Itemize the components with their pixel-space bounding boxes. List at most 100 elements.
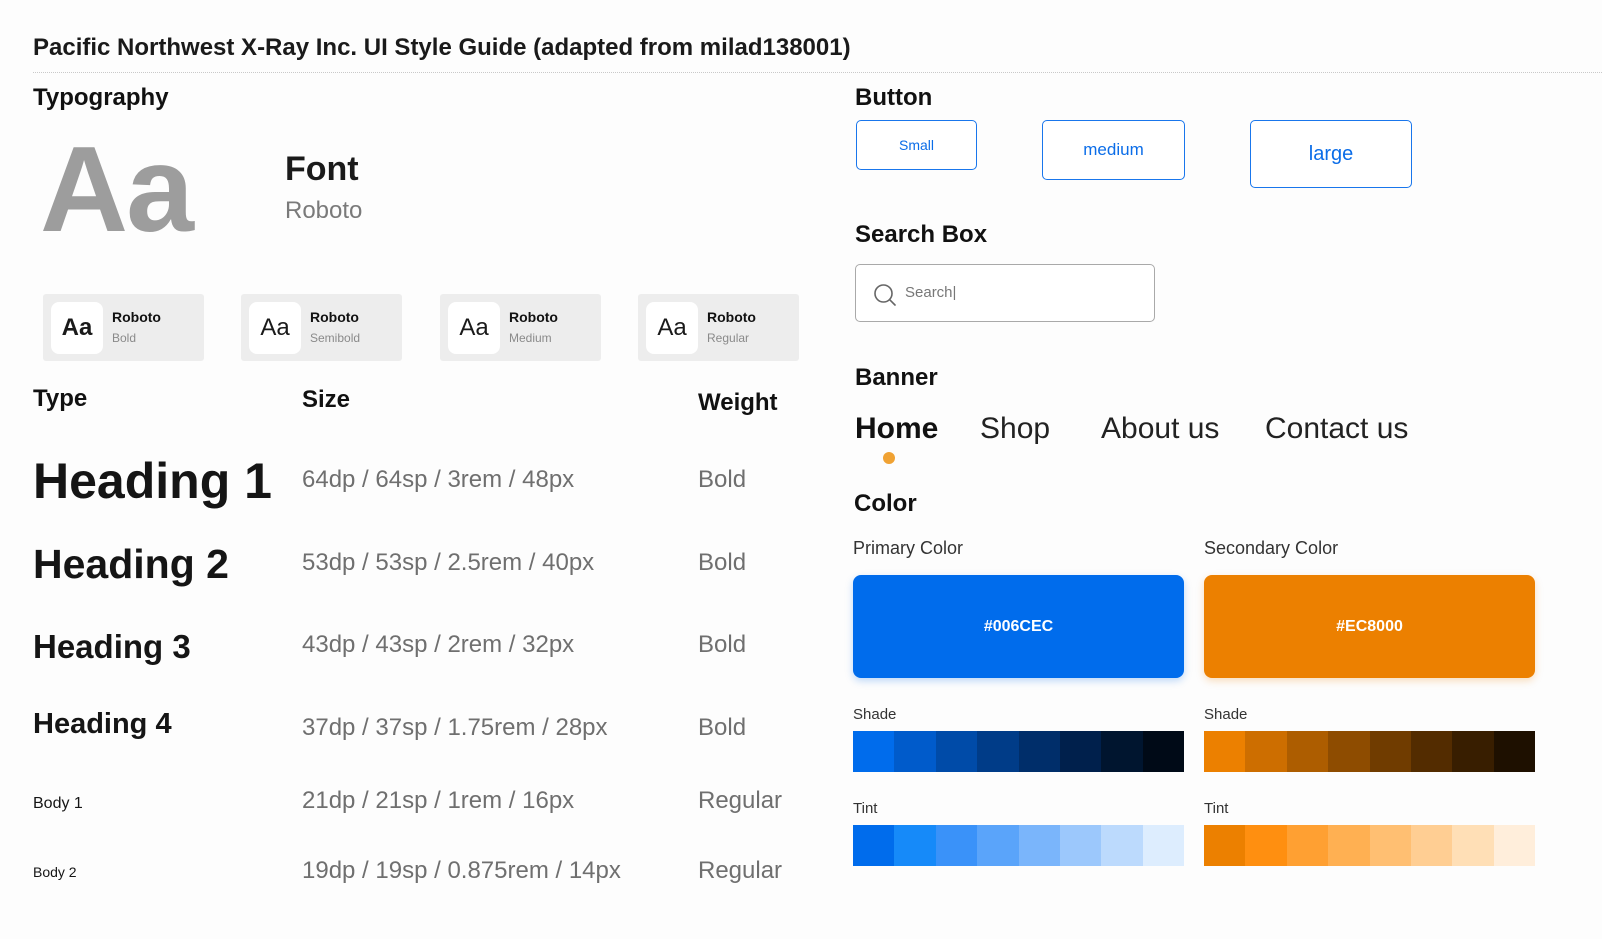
type-row-size: 37dp / 37sp / 1.75rem / 28px (302, 714, 608, 741)
nav-item-home[interactable]: Home (855, 412, 938, 446)
primary-shade-swatch-7 (1101, 731, 1143, 772)
type-row-name: Heading 4 (33, 708, 172, 740)
weight-name: Regular (707, 331, 750, 345)
page-title: Pacific Northwest X-Ray Inc. UI Style Gu… (33, 34, 851, 61)
primary-tint-strip (853, 825, 1184, 866)
primary-tint-swatch-7 (1101, 825, 1143, 866)
secondary-shade-label: Shade (1204, 706, 1248, 723)
primary-shade-swatch-6 (1059, 731, 1102, 772)
secondary-tint-swatch-2 (1245, 825, 1287, 866)
secondary-tint-strip (1204, 825, 1535, 866)
primary-shade-swatch-8 (1142, 731, 1184, 772)
secondary-shade-strip (1204, 731, 1535, 772)
primary-shade-swatch-1 (853, 731, 895, 772)
secondary-tint-swatch-1 (1204, 825, 1246, 866)
primary-tint-swatch-1 (853, 825, 895, 866)
weight-name: Bold (112, 331, 137, 345)
type-row-weight: Bold (698, 549, 747, 576)
secondary-shade-swatch-3 (1286, 731, 1329, 772)
primary-tint-swatch-3 (935, 825, 978, 866)
weight-sample: Aa (448, 302, 500, 354)
type-row-name: Body 1 (33, 795, 83, 812)
secondary-shade-swatch-5 (1369, 731, 1411, 772)
column-header-type: Type (33, 385, 88, 412)
type-row-weight: Bold (698, 714, 747, 741)
nav-item-contact-us[interactable]: Contact us (1265, 412, 1408, 446)
secondary-shade-swatch-7 (1452, 731, 1494, 772)
primary-shade-swatch-3 (935, 731, 978, 772)
primary-color-swatch: #006CEC (853, 575, 1184, 678)
font-specimen: Aa (40, 121, 194, 257)
type-row-weight: Regular (698, 787, 783, 814)
weight-family: Roboto (707, 309, 756, 325)
primary-color-hex: #006CEC (983, 617, 1054, 635)
secondary-color-swatch: #EC8000 (1204, 575, 1535, 678)
search-input[interactable]: Search| (855, 264, 1155, 322)
weight-name: Semibold (310, 331, 361, 345)
secondary-tint-swatch-6 (1410, 825, 1453, 866)
type-row-name: Body 2 (33, 864, 77, 880)
type-row-name: Heading 2 (33, 541, 229, 587)
primary-shade-swatch-5 (1018, 731, 1060, 772)
nav-item-about-us[interactable]: About us (1101, 412, 1219, 446)
secondary-tint-swatch-4 (1328, 825, 1370, 866)
secondary-tint-swatch-8 (1493, 825, 1535, 866)
secondary-color-hex: #EC8000 (1336, 617, 1403, 635)
column-header-weight: Weight (698, 389, 778, 416)
type-row-name: Heading 3 (33, 628, 191, 665)
primary-tint-swatch-5 (1018, 825, 1060, 866)
weight-sample: Aa (249, 302, 301, 354)
secondary-shade-swatch-1 (1204, 731, 1246, 772)
type-row-size: 64dp / 64sp / 3rem / 48px (302, 466, 575, 493)
weight-sample: Aa (646, 302, 698, 354)
type-row-weight: Bold (698, 631, 747, 658)
weight-family: Roboto (112, 309, 161, 325)
weight-family: Roboto (509, 309, 558, 325)
primary-tint-swatch-6 (1059, 825, 1102, 866)
primary-tint-swatch-8 (1142, 825, 1184, 866)
button-heading: Button (855, 84, 933, 111)
primary-color-label: Primary Color (853, 538, 964, 558)
type-row-size: 21dp / 21sp / 1rem / 16px (302, 787, 575, 814)
large-button[interactable]: large (1250, 120, 1412, 188)
active-nav-indicator (883, 452, 895, 464)
search-input-value: Search| (905, 284, 957, 301)
font-label: Font (285, 150, 359, 188)
banner-heading: Banner (855, 364, 938, 391)
primary-shade-swatch-4 (977, 731, 1019, 772)
medium-button[interactable]: medium (1042, 120, 1185, 180)
title-divider (33, 72, 1602, 73)
secondary-tint-swatch-7 (1452, 825, 1494, 866)
weight-family: Roboto (310, 309, 359, 325)
weight-sample: Aa (51, 302, 103, 354)
secondary-tint-label: Tint (1204, 800, 1229, 817)
primary-shade-label: Shade (853, 706, 897, 723)
search-icon (873, 283, 897, 312)
secondary-tint-swatch-5 (1369, 825, 1411, 866)
primary-tint-label: Tint (853, 800, 878, 817)
secondary-color-label: Secondary Color (1204, 538, 1339, 558)
primary-tint-swatch-4 (977, 825, 1019, 866)
font-name: Roboto (285, 197, 363, 224)
type-row-name: Heading 1 (33, 453, 272, 509)
font-weight-card-regular: Aa Roboto Regular (638, 294, 799, 361)
font-weight-card-medium: Aa Roboto Medium (440, 294, 601, 361)
color-heading: Color (854, 490, 917, 517)
font-weight-card-semibold: Aa Roboto Semibold (241, 294, 402, 361)
small-button[interactable]: Small (856, 120, 977, 170)
type-row-size: 19dp / 19sp / 0.875rem / 14px (302, 857, 621, 884)
type-row-size: 43dp / 43sp / 2rem / 32px (302, 631, 575, 658)
nav-item-shop[interactable]: Shop (980, 412, 1050, 446)
column-header-size: Size (302, 386, 351, 413)
primary-shade-strip (853, 731, 1184, 772)
font-weight-card-bold: Aa Roboto Bold (43, 294, 204, 361)
type-row-weight: Bold (698, 466, 747, 493)
weight-name: Medium (509, 331, 552, 345)
search-box-heading: Search Box (855, 221, 988, 248)
typography-heading: Typography (33, 84, 169, 111)
primary-shade-swatch-2 (894, 731, 936, 772)
secondary-shade-swatch-8 (1493, 731, 1535, 772)
secondary-shade-swatch-2 (1245, 731, 1287, 772)
primary-tint-swatch-2 (894, 825, 936, 866)
secondary-shade-swatch-6 (1410, 731, 1453, 772)
